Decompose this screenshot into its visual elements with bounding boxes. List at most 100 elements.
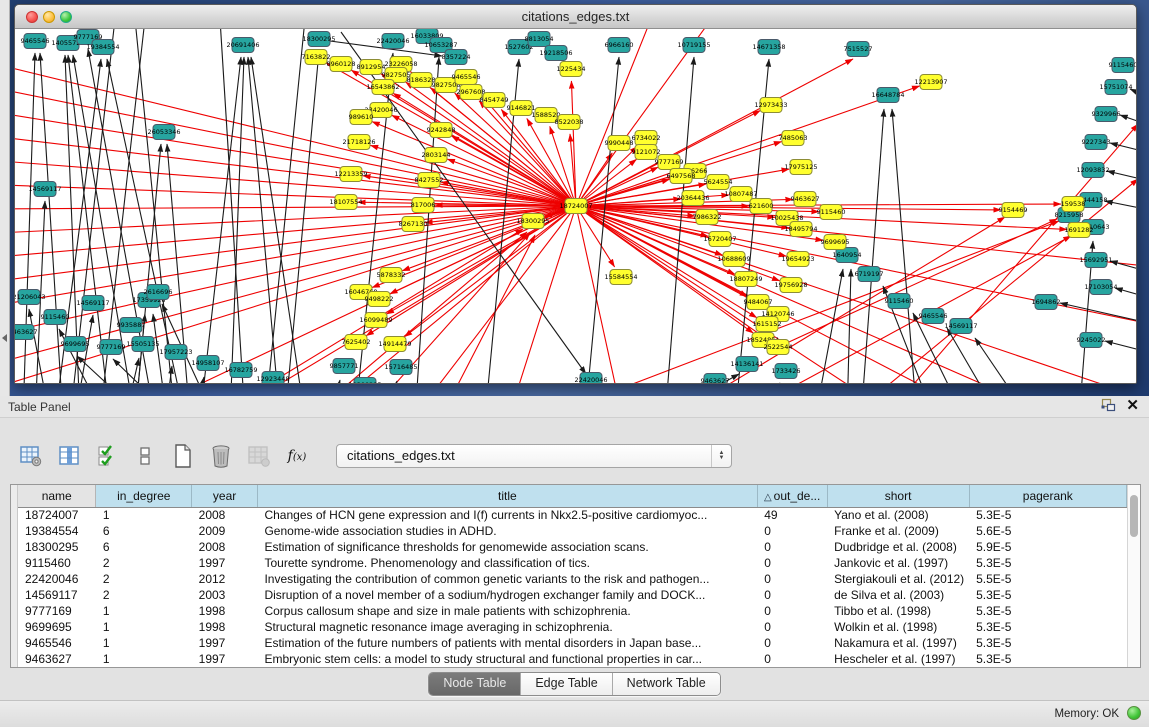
table-row[interactable]: 969969511998Structural magnetic resonanc… — [18, 619, 1127, 635]
graph-node[interactable]: 9935887 — [117, 318, 146, 333]
graph-node[interactable]: 9465546 — [21, 34, 50, 49]
table-cell[interactable]: Embryonic stem cells: a model to study s… — [257, 651, 757, 667]
table-row[interactable]: 1938455462009Genome-wide association stu… — [18, 523, 1127, 539]
graph-node[interactable]: 1691282 — [1065, 223, 1094, 238]
graph-node[interactable]: 8267130 — [399, 217, 428, 232]
graph-node[interactable]: 12923448 — [256, 372, 289, 385]
graph-node[interactable]: 8813054 — [525, 32, 554, 47]
graph-node[interactable]: 9990448 — [605, 136, 634, 151]
table-cell[interactable]: 14569117 — [18, 587, 96, 603]
graph-node[interactable]: 2616696 — [144, 285, 173, 300]
graph-node[interactable]: 15751074 — [1099, 80, 1132, 95]
table-cell[interactable]: 0 — [757, 619, 827, 635]
table-cell[interactable]: 0 — [757, 571, 827, 587]
table-cell[interactable]: 49 — [757, 507, 827, 523]
column-header-short[interactable]: short — [827, 485, 969, 507]
scrollbar-thumb[interactable] — [1130, 495, 1138, 537]
graph-node[interactable]: 15584554 — [604, 270, 637, 285]
graph-node[interactable]: 159538 — [1061, 197, 1086, 212]
table-cell[interactable]: 0 — [757, 587, 827, 603]
table-cell[interactable]: Tibbo et al. (1998) — [827, 603, 969, 619]
graph-node[interactable]: 9857771 — [330, 359, 359, 374]
table-cell[interactable]: 1 — [96, 507, 192, 523]
table-panel-titlebar[interactable]: Table Panel ✕ — [0, 396, 1149, 418]
tab-network-table[interactable]: Network Table — [613, 673, 720, 695]
graph-node[interactable]: 20691406 — [226, 38, 259, 53]
table-row[interactable]: 977716911998Corpus callosum shape and si… — [18, 603, 1127, 619]
table-cell[interactable]: 2 — [96, 571, 192, 587]
table-cell[interactable]: 22420046 — [18, 571, 96, 587]
table-cell[interactable]: 5.3E-5 — [969, 635, 1126, 651]
graph-node[interactable]: 16782759 — [224, 363, 257, 378]
table-cell[interactable]: 5.9E-5 — [969, 539, 1126, 555]
table-row[interactable]: 946362711997Embryonic stem cells: a mode… — [18, 651, 1127, 667]
graph-node[interactable]: 8960128 — [327, 57, 356, 72]
table-cell[interactable]: 0 — [757, 635, 827, 651]
table-cell[interactable]: 1998 — [192, 603, 258, 619]
table-cell[interactable]: 1998 — [192, 619, 258, 635]
table-cell[interactable]: 2 — [96, 587, 192, 603]
graph-node[interactable]: 8522038 — [555, 115, 584, 130]
table-row[interactable]: 1456911722003Disruption of a novel membe… — [18, 587, 1127, 603]
table-cell[interactable]: 5.3E-5 — [969, 603, 1126, 619]
table-cell[interactable]: Franke et al. (2009) — [827, 523, 969, 539]
table-cell[interactable]: 1 — [96, 651, 192, 667]
import-table-button[interactable] — [246, 443, 272, 469]
table-cell[interactable]: 2008 — [192, 539, 258, 555]
graph-node[interactable]: 21718126 — [342, 135, 375, 150]
table-cell[interactable]: Corpus callosum shape and size in male p… — [257, 603, 757, 619]
table-selector-dropdown[interactable]: citations_edges.txt ▲▼ — [336, 444, 732, 468]
table-row[interactable]: 1872400712008Changes of HCN gene express… — [18, 507, 1127, 523]
table-cell[interactable]: 1997 — [192, 555, 258, 571]
graph-node[interactable]: 7515527 — [844, 42, 873, 57]
table-cell[interactable]: 2 — [96, 555, 192, 571]
table-cell[interactable]: 0 — [757, 555, 827, 571]
table-cell[interactable]: 19384554 — [18, 523, 96, 539]
graph-node[interactable]: 2803144 — [422, 148, 451, 163]
graph-node[interactable]: 7625402 — [342, 335, 371, 350]
graph-node[interactable]: 1615152 — [753, 317, 782, 332]
graph-node[interactable]: 9465546 — [919, 309, 948, 324]
graph-node[interactable]: 7986322 — [693, 210, 722, 225]
graph-node[interactable]: 15505135 — [126, 337, 159, 352]
graph-node[interactable]: 989610 — [349, 110, 374, 125]
graph-node[interactable]: 9245022 — [1077, 333, 1106, 348]
table-cell[interactable]: 5.3E-5 — [969, 555, 1126, 571]
graph-node[interactable]: 10719155 — [677, 38, 710, 53]
graph-node[interactable]: 14136141 — [730, 357, 763, 372]
graph-node[interactable]: 2522544 — [764, 340, 793, 355]
graph-node[interactable]: 12973433 — [754, 98, 787, 113]
tab-edge-table[interactable]: Edge Table — [521, 673, 612, 695]
tab-node-table[interactable]: Node Table — [429, 673, 521, 695]
table-cell[interactable]: 9465546 — [18, 635, 96, 651]
table-cell[interactable]: 0 — [757, 523, 827, 539]
graph-node[interactable]: 9777169 — [655, 155, 684, 170]
graph-node[interactable]: 19756928 — [774, 278, 807, 293]
graph-node[interactable]: 14671358 — [752, 40, 785, 55]
column-header-name[interactable]: name — [18, 485, 96, 507]
table-cell[interactable]: Wolkin et al. (1998) — [827, 619, 969, 635]
function-builder-button[interactable]: f(x) — [284, 443, 310, 469]
graph-node[interactable]: 10688609 — [717, 252, 750, 267]
table-cell[interactable]: Hescheler et al. (1997) — [827, 651, 969, 667]
row-visibility-button[interactable] — [132, 443, 158, 469]
table-cell[interactable]: 5.6E-5 — [969, 523, 1126, 539]
graph-node[interactable]: 8454749 — [480, 93, 509, 108]
graph-node[interactable]: 9463627 — [701, 374, 730, 385]
table-cell[interactable]: 2003 — [192, 587, 258, 603]
graph-node[interactable]: 9463627 — [791, 192, 820, 207]
network-window-titlebar[interactable]: citations_edges.txt — [15, 5, 1136, 29]
graph-node[interactable]: 9115460 — [817, 205, 846, 220]
graph-node[interactable]: 9242848 — [427, 123, 456, 138]
show-columns-button[interactable] — [56, 443, 82, 469]
table-cell[interactable]: 18300295 — [18, 539, 96, 555]
table-cell[interactable]: 1 — [96, 635, 192, 651]
collapse-left-arrow-icon[interactable] — [2, 334, 7, 342]
table-cell[interactable]: 1997 — [192, 635, 258, 651]
graph-node[interactable]: 9115460 — [1109, 58, 1137, 73]
table-cell[interactable]: Nakamura et al. (1997) — [827, 635, 969, 651]
graph-node[interactable]: 15692951 — [1079, 253, 1112, 268]
graph-node[interactable]: 6966160 — [605, 38, 634, 53]
graph-node[interactable]: 15716485 — [384, 360, 417, 375]
table-cell[interactable]: 9699695 — [18, 619, 96, 635]
